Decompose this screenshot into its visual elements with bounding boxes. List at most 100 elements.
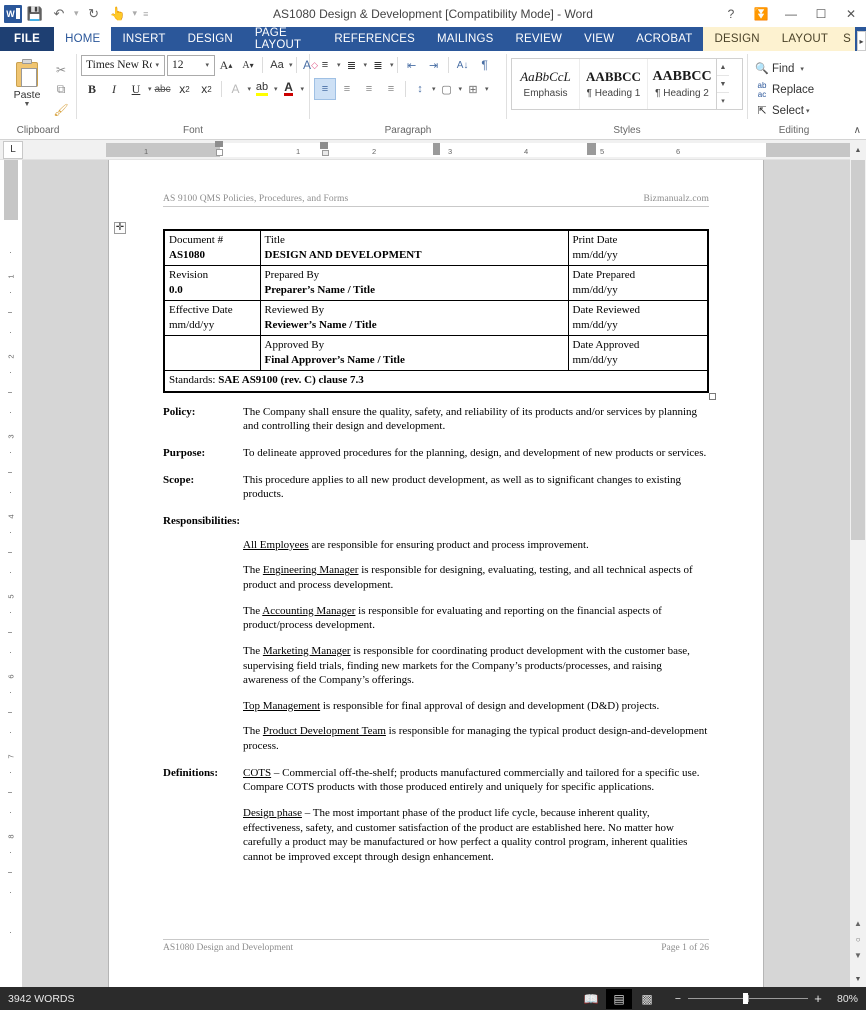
table-cell-prepared-by[interactable]: Prepared By Preparer’s Name / Title — [259, 265, 569, 302]
font-name-combo[interactable]: Times New Ro ▾ — [81, 54, 165, 76]
cut-icon[interactable]: ✂ — [50, 60, 72, 79]
next-page-icon[interactable]: ▼ — [852, 949, 864, 961]
scroll-down-button[interactable]: ▼ — [850, 971, 866, 987]
decrease-indent-button[interactable]: ⇤ — [401, 54, 423, 76]
styles-scroll-up-icon[interactable]: ▲ — [717, 59, 729, 76]
align-center-button[interactable]: ≡ — [336, 78, 358, 100]
chevron-down-icon[interactable]: ▾ — [806, 107, 810, 115]
bullets-button[interactable]: ≡ — [314, 54, 336, 76]
collapse-ribbon-icon[interactable]: ∧ — [854, 125, 861, 136]
table-cell-document-number[interactable]: Document # AS1080 — [163, 229, 261, 267]
responsibility-item[interactable]: The Product Development Team is responsi… — [243, 724, 709, 753]
find-button[interactable]: 🔍 Find ▾ — [752, 58, 804, 79]
tab-stop-marker[interactable] — [322, 150, 329, 156]
align-left-button[interactable]: ≡ — [314, 78, 336, 100]
table-row[interactable]: Document # AS1080 Title DESIGN AND DEVEL… — [163, 229, 709, 267]
chevron-down-icon[interactable]: ▾ — [202, 61, 212, 69]
responsibility-item[interactable]: The Marketing Manager is responsible for… — [243, 644, 709, 688]
redo-icon[interactable]: ↻ — [83, 3, 105, 25]
right-indent-marker[interactable] — [433, 143, 440, 155]
italic-button[interactable]: I — [103, 78, 125, 100]
styles-scroll-down-icon[interactable]: ▼ — [717, 76, 729, 93]
restore-icon[interactable]: ☐ — [806, 0, 836, 27]
justify-button[interactable]: ≡ — [380, 78, 402, 100]
right-margin-marker[interactable] — [587, 143, 596, 155]
underline-button[interactable]: U — [125, 78, 147, 100]
responsibility-item[interactable]: The Accounting Manager is responsible fo… — [243, 604, 709, 633]
font-size-combo[interactable]: 12 ▾ — [167, 54, 215, 76]
table-row[interactable]: Effective Date mm/dd/yy Reviewed By Revi… — [163, 300, 709, 337]
tab-design[interactable]: DESIGN — [177, 27, 244, 51]
close-icon[interactable]: ✕ — [836, 0, 866, 27]
style-item-emphasis[interactable]: AaBbCcL Emphasis — [512, 59, 580, 109]
document-info-table[interactable]: Document # AS1080 Title DESIGN AND DEVEL… — [163, 229, 716, 400]
shading-button[interactable]: ▢ — [436, 78, 458, 100]
horizontal-ruler[interactable]: 1 1 2 3 4 5 6 — [106, 141, 850, 157]
table-cell-effective-date[interactable]: Effective Date mm/dd/yy — [163, 300, 261, 337]
responsibility-item[interactable]: All Employees are responsible for ensuri… — [243, 538, 709, 553]
vertical-ruler[interactable]: 1 2 3 4 5 6 7 8 — [0, 160, 22, 987]
replace-button[interactable]: ab ac Replace — [752, 79, 815, 100]
superscript-button[interactable]: x2 — [196, 78, 218, 100]
select-button[interactable]: ⇱ Select ▾ — [752, 100, 809, 121]
sort-button[interactable]: A↓ — [452, 54, 474, 76]
table-cell-title[interactable]: Title DESIGN AND DEVELOPMENT — [259, 229, 569, 267]
tab-review[interactable]: REVIEW — [505, 27, 574, 51]
paste-dropdown-icon[interactable]: ▼ — [24, 101, 31, 109]
zoom-slider[interactable] — [688, 993, 808, 1004]
table-row[interactable]: Approved By Final Approver’s Name / Titl… — [163, 335, 709, 372]
view-read-mode-button[interactable]: 📖 — [578, 989, 604, 1009]
table-cell-date-approved[interactable]: Date Approved mm/dd/yy — [567, 335, 709, 372]
table-resize-handle[interactable] — [709, 392, 716, 400]
view-web-layout-button[interactable]: ▩ — [634, 989, 660, 1009]
tab-stop-selector[interactable]: L — [3, 140, 23, 159]
zoom-out-button[interactable]: − — [672, 993, 684, 1005]
section-purpose[interactable]: Purpose: To delineate approved procedure… — [163, 446, 709, 461]
tab-overflow-arrow-icon[interactable]: ▸ — [856, 31, 866, 51]
bold-button[interactable]: B — [81, 78, 103, 100]
tab-view[interactable]: VIEW — [573, 27, 625, 51]
style-item-heading-1[interactable]: AABBCC ¶ Heading 1 — [580, 59, 648, 109]
grow-font-button[interactable]: A ▴ — [215, 54, 237, 76]
ribbon-display-options-icon[interactable]: ⏬ — [746, 0, 776, 27]
help-icon[interactable]: ? — [716, 0, 746, 27]
tab-references[interactable]: REFERENCES — [323, 27, 426, 51]
previous-page-icon[interactable]: ▲ — [852, 917, 864, 929]
chevron-down-icon[interactable]: ▾ — [289, 61, 293, 69]
table-cell-standards[interactable]: Standards: SAE AS9100 (rev. C) clause 7.… — [163, 370, 716, 400]
copy-icon[interactable]: ⧉ — [50, 80, 72, 99]
tab-page-layout[interactable]: PAGE LAYOUT — [244, 27, 323, 51]
chevron-down-icon[interactable]: ▾ — [301, 85, 305, 93]
section-definitions[interactable]: Definitions: COTS – Commercial off-the-s… — [163, 766, 709, 795]
table-cell-revision[interactable]: Revision 0.0 — [163, 265, 261, 302]
table-cell-date-reviewed[interactable]: Date Reviewed mm/dd/yy — [567, 300, 709, 337]
view-print-layout-button[interactable]: ▤ — [606, 988, 632, 1009]
minimize-icon[interactable]: — — [776, 0, 806, 27]
responsibility-item[interactable]: The Engineering Manager is responsible f… — [243, 563, 709, 592]
undo-dropdown-icon[interactable]: ▾ — [72, 8, 81, 19]
customize-qat-icon[interactable]: ≡ — [141, 9, 150, 19]
document-page[interactable]: AS 9100 QMS Policies, Procedures, and Fo… — [109, 160, 763, 987]
zoom-in-button[interactable]: + — [812, 991, 824, 1006]
multilevel-list-button[interactable]: ≣ — [367, 54, 389, 76]
table-cell-approved-by[interactable]: Approved By Final Approver’s Name / Titl… — [259, 335, 569, 372]
style-item-heading-2[interactable]: AABBCC ¶ Heading 2 — [648, 59, 716, 109]
tab-overflow-partial[interactable]: S — [839, 27, 855, 51]
change-case-button[interactable]: Aa — [266, 54, 288, 76]
align-right-button[interactable]: ≡ — [358, 78, 380, 100]
touch-mode-dropdown-icon[interactable]: ▾ — [131, 8, 140, 19]
table-row[interactable]: Revision 0.0 Prepared By Preparer’s Name… — [163, 265, 709, 302]
undo-icon[interactable]: ↶ — [48, 3, 70, 25]
tab-table-design[interactable]: DESIGN — [703, 27, 771, 51]
tab-table-layout[interactable]: LAYOUT — [770, 27, 840, 51]
tab-file[interactable]: FILE — [0, 27, 55, 51]
styles-gallery[interactable]: AaBbCcL Emphasis AABBCC ¶ Heading 1 AABB… — [511, 58, 743, 110]
table-cell-date-prepared[interactable]: Date Prepared mm/dd/yy — [567, 265, 709, 302]
chevron-down-icon[interactable]: ▾ — [152, 61, 162, 69]
save-icon[interactable]: 💾 — [24, 3, 46, 25]
word-count[interactable]: 3942 WORDS — [8, 993, 75, 1005]
definition-item[interactable]: Design phase – The most important phase … — [243, 806, 709, 865]
tab-acrobat[interactable]: ACROBAT — [625, 27, 703, 51]
table-cell-reviewed-by[interactable]: Reviewed By Reviewer’s Name / Title — [259, 300, 569, 337]
table-cell-print-date[interactable]: Print Date mm/dd/yy — [567, 229, 709, 267]
